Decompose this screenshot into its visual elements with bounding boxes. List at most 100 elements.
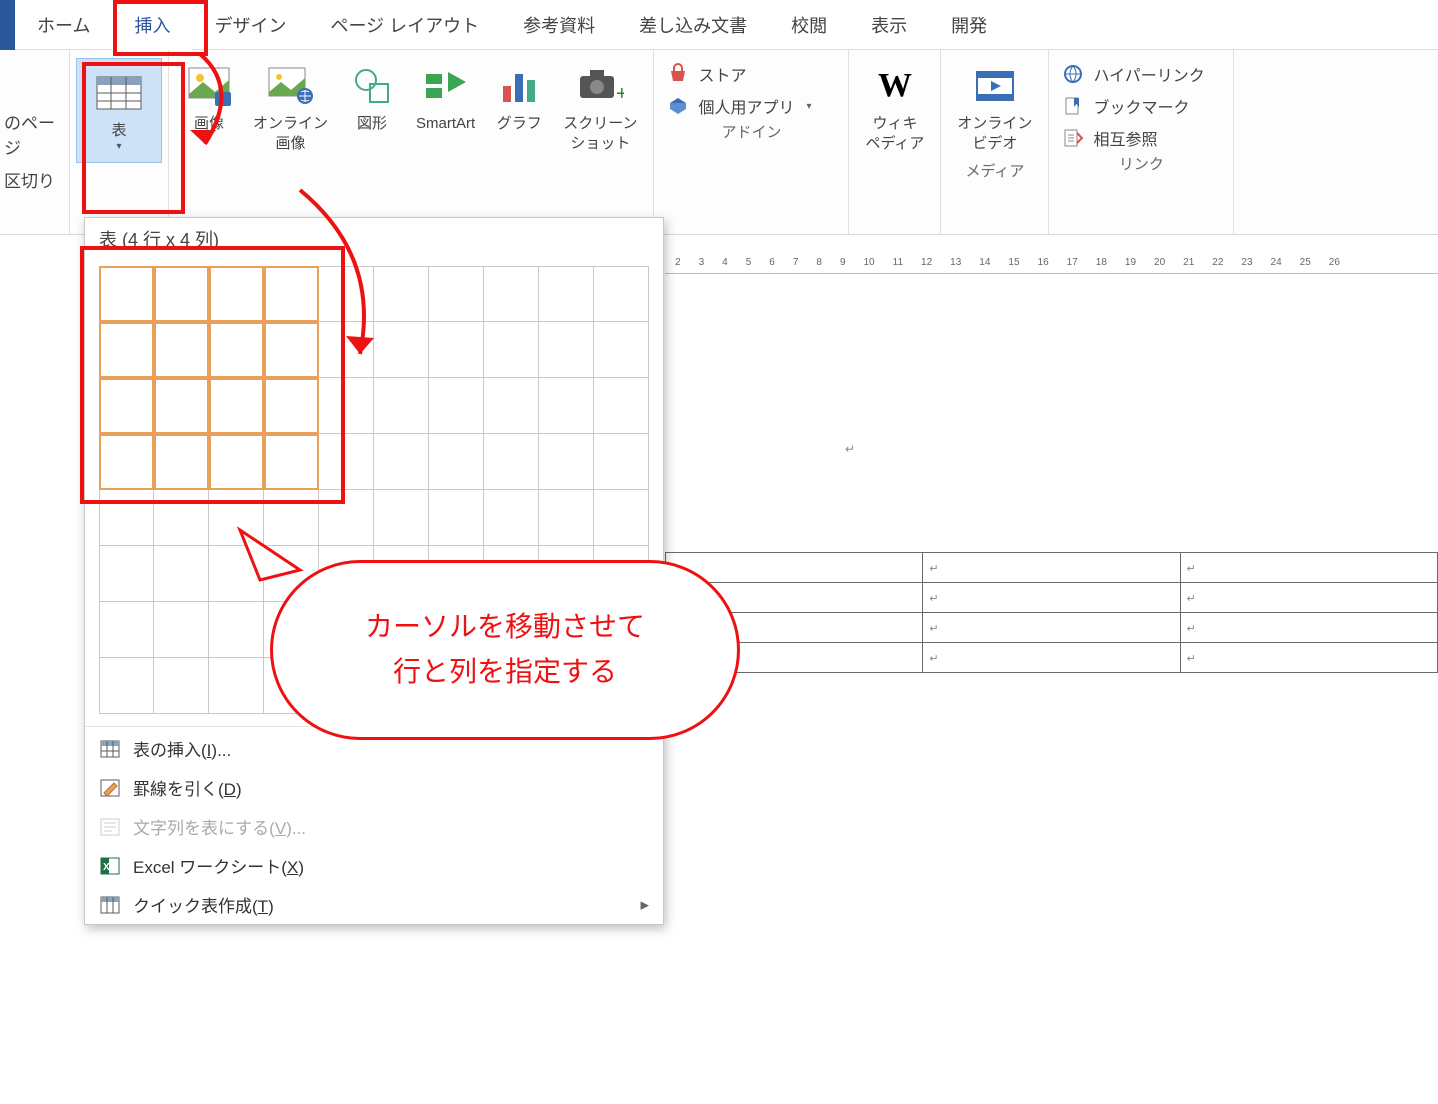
grid-cell[interactable]	[429, 266, 484, 322]
wikipedia-icon: W	[871, 62, 919, 110]
grid-cell[interactable]	[374, 434, 429, 490]
shapes-icon	[348, 62, 396, 110]
document-area: 2345678910111213141516171819202122232425…	[665, 252, 1438, 1104]
svg-text:X: X	[103, 862, 110, 873]
grid-cell[interactable]	[484, 266, 539, 322]
grid-cell[interactable]	[539, 266, 594, 322]
grid-cell[interactable]	[154, 602, 209, 658]
preview-table: ↵↵↵↵↵↵↵↵↵↵↵↵	[665, 552, 1438, 673]
menu-insert-table-label: 表の挿入(I)...	[133, 736, 231, 761]
tab-developer[interactable]: 開発	[929, 0, 1009, 50]
tab-view[interactable]: 表示	[849, 0, 929, 50]
group-addins-label: アドイン	[721, 118, 781, 145]
myapps-button[interactable]: 個人用アプリ ▾	[666, 94, 836, 118]
bookmark-button[interactable]: ブックマーク	[1061, 94, 1221, 118]
leftcut-page[interactable]: のページ	[0, 105, 69, 163]
grid-cell[interactable]	[374, 266, 429, 322]
onlinepic-icon	[267, 62, 315, 110]
grid-cell[interactable]	[99, 658, 154, 714]
chart-label: グラフ	[497, 114, 542, 134]
grid-cell[interactable]	[429, 322, 484, 378]
tab-review[interactable]: 校閲	[769, 0, 849, 50]
grid-cell[interactable]	[209, 602, 264, 658]
grid-cell[interactable]	[99, 546, 154, 602]
hyperlink-button[interactable]: ハイパーリンク	[1061, 62, 1221, 86]
grid-cell[interactable]	[99, 602, 154, 658]
leftcut-break[interactable]: 区切り	[0, 163, 69, 196]
dropdown-caret-icon: ▾	[806, 101, 811, 112]
onlinevideo-icon	[971, 62, 1019, 110]
menu-draw-table-label: 罫線を引く(D)	[133, 775, 242, 800]
grid-cell[interactable]	[374, 322, 429, 378]
screenshot-icon: +	[576, 62, 624, 110]
myapps-label: 個人用アプリ	[698, 94, 794, 118]
crossref-button[interactable]: 相互参照	[1061, 126, 1221, 150]
annotation-callout: カーソルを移動させて 行と列を指定する	[270, 530, 750, 760]
grid-cell[interactable]	[594, 322, 649, 378]
smartart-icon	[422, 62, 470, 110]
tab-mailings[interactable]: 差し込み文書	[617, 0, 769, 50]
grid-cell[interactable]	[539, 434, 594, 490]
convert-text-icon	[99, 816, 121, 838]
insert-table-icon	[99, 738, 121, 760]
wikipedia-button[interactable]: W ウィキ ペディア	[861, 58, 928, 157]
grid-cell[interactable]	[484, 378, 539, 434]
grid-cell[interactable]	[539, 378, 594, 434]
grid-cell[interactable]	[484, 322, 539, 378]
menu-quick-tables-label: クイック表作成(T)	[133, 892, 274, 917]
shapes-label: 図形	[357, 114, 387, 134]
bookmark-icon	[1061, 94, 1085, 118]
submenu-chevron-icon: ▸	[640, 895, 649, 915]
grid-cell[interactable]	[154, 658, 209, 714]
bookmark-label: ブックマーク	[1093, 94, 1189, 118]
callout-line1: カーソルを移動させて	[365, 605, 645, 650]
store-button[interactable]: ストア	[666, 62, 836, 86]
grid-cell[interactable]	[154, 546, 209, 602]
onlinevideo-button[interactable]: オンライン ビデオ	[953, 58, 1036, 157]
group-media: オンライン ビデオ メディア	[941, 50, 1049, 234]
grid-cell[interactable]	[374, 378, 429, 434]
grid-cell[interactable]	[429, 378, 484, 434]
callout-line2: 行と列を指定する	[393, 650, 617, 695]
screenshot-label: スクリーン ショット	[563, 114, 637, 153]
svg-text:+: +	[616, 83, 624, 105]
group-links: ハイパーリンク ブックマーク 相互参照 リンク	[1049, 50, 1234, 234]
smartart-button[interactable]: SmartArt	[412, 58, 479, 138]
tab-home[interactable]: ホーム	[15, 0, 112, 50]
grid-cell[interactable]	[594, 434, 649, 490]
tab-layout[interactable]: ページ レイアウト	[308, 0, 501, 50]
annotation-arrow-2	[160, 186, 380, 376]
tab-references[interactable]: 参考資料	[501, 0, 617, 50]
grid-cell[interactable]	[594, 266, 649, 322]
grid-cell[interactable]	[209, 658, 264, 714]
menu-excel-sheet[interactable]: X Excel ワークシート(X)	[85, 846, 663, 885]
grid-cell[interactable]	[429, 434, 484, 490]
smartart-label: SmartArt	[416, 114, 475, 134]
onlinevideo-label: オンライン ビデオ	[957, 114, 1032, 153]
file-tab-strip[interactable]	[0, 0, 15, 50]
group-wikipedia: W ウィキ ペディア	[849, 50, 941, 234]
ruler: 2345678910111213141516171819202122232425…	[665, 252, 1438, 274]
menu-draw-table[interactable]: 罫線を引く(D)	[85, 768, 663, 807]
ribbon-tabs: ホーム 挿入 デザイン ページ レイアウト 参考資料 差し込み文書 校閲 表示 …	[0, 0, 1438, 50]
myapps-icon	[666, 94, 690, 118]
group-links-label: リンク	[1119, 150, 1164, 177]
chart-button[interactable]: グラフ	[491, 58, 547, 138]
screenshot-button[interactable]: + スクリーン ショット	[559, 58, 641, 157]
group-media-label: メディア	[965, 157, 1024, 184]
ribbon-left-cut: のページ 区切り	[0, 50, 70, 234]
hyperlink-label: ハイパーリンク	[1093, 62, 1204, 86]
quick-tables-icon	[99, 894, 121, 916]
store-label: ストア	[698, 62, 746, 86]
shapes-button[interactable]: 図形	[344, 58, 400, 138]
menu-excel-sheet-label: Excel ワークシート(X)	[133, 853, 304, 878]
crossref-icon	[1061, 126, 1085, 150]
menu-quick-tables[interactable]: クイック表作成(T) ▸	[85, 885, 663, 924]
paragraph-mark: ↵	[845, 442, 855, 456]
grid-cell[interactable]	[539, 322, 594, 378]
hyperlink-icon	[1061, 62, 1085, 86]
annotation-arrow-1	[150, 48, 270, 168]
tab-design[interactable]: デザイン	[192, 0, 308, 50]
grid-cell[interactable]	[594, 378, 649, 434]
grid-cell[interactable]	[484, 434, 539, 490]
